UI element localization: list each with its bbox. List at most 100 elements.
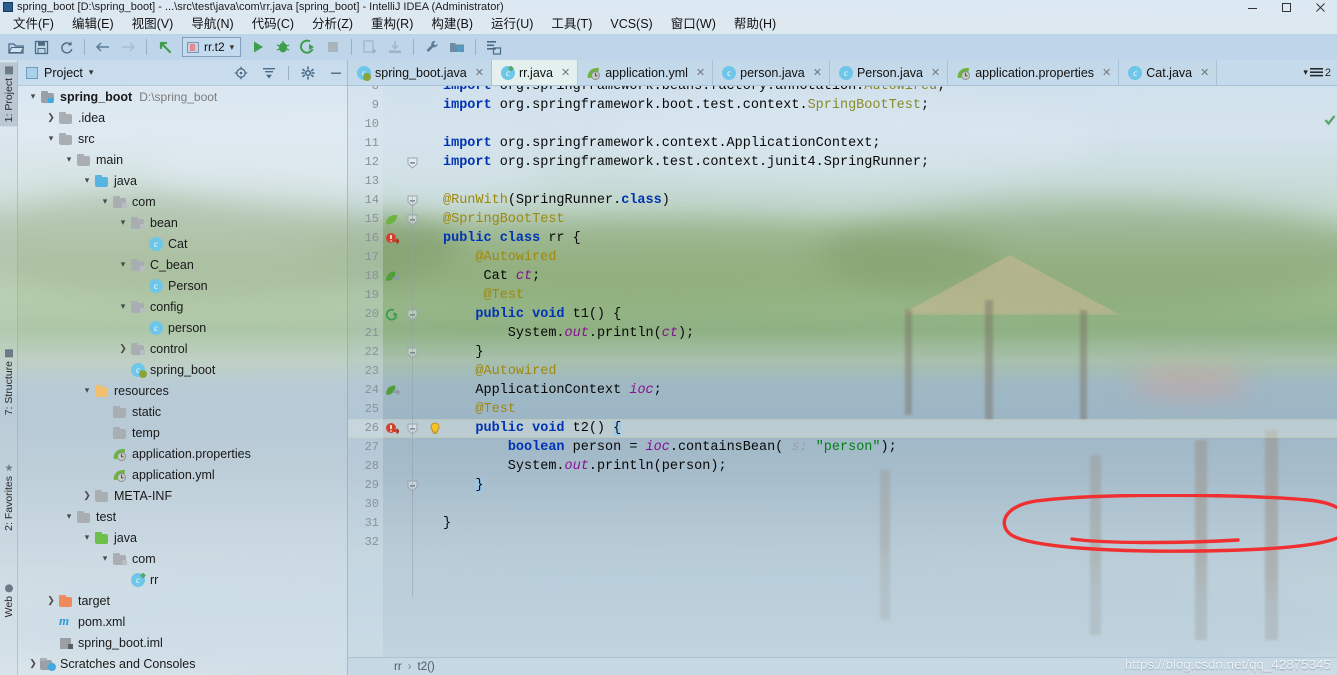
save-all-icon[interactable] <box>29 36 53 58</box>
menu-item-tools[interactable]: 工具(T) <box>542 14 601 34</box>
chevron-right-icon[interactable]: ❯ <box>44 112 58 123</box>
search-everywhere-icon[interactable] <box>482 36 506 58</box>
menu-item-vcs[interactable]: VCS(S) <box>601 14 661 34</box>
tree-node-config[interactable]: ▾ config <box>18 296 347 317</box>
tool-tab-favorites[interactable]: 2: Favorites <box>0 460 18 535</box>
bean-nav-icon[interactable] <box>385 381 400 400</box>
tree-node-target[interactable]: ❯ target <box>18 590 347 611</box>
close-icon[interactable]: ✕ <box>475 66 484 79</box>
run-test-method-icon[interactable] <box>385 305 399 324</box>
code-text[interactable]: import org.springframework.beans.factory… <box>443 86 1323 657</box>
menu-item-edit[interactable]: 编辑(E) <box>63 14 123 34</box>
window-controls[interactable] <box>1235 0 1337 14</box>
code-line[interactable]: @Autowired <box>443 248 556 267</box>
tool-tab-project[interactable]: 1: Project <box>0 62 18 127</box>
code-line[interactable]: @Autowired <box>443 362 556 381</box>
tree-node-com[interactable]: ▾ com <box>18 548 347 569</box>
tree-node-spring_boot[interactable]: ▾ spring_boot D:\spring_boot <box>18 86 347 107</box>
tree-node-cat[interactable]: c Cat <box>18 233 347 254</box>
sync-icon[interactable] <box>54 36 78 58</box>
tree-node-person[interactable]: c Person <box>18 275 347 296</box>
minimize-button[interactable] <box>1235 0 1269 14</box>
intention-bulb-icon[interactable] <box>429 419 441 438</box>
code-line[interactable]: public void t1() { <box>443 305 621 324</box>
chevron-down-icon[interactable]: ▾ <box>116 217 130 228</box>
chevron-down-icon[interactable]: ▾ <box>80 175 94 186</box>
chevron-down-icon[interactable]: ▾ <box>98 196 112 207</box>
chevron-down-icon[interactable]: ▾ <box>26 91 40 102</box>
left-tool-window-strip[interactable]: 1: Project 7: Structure 2: Favorites Web <box>0 60 18 675</box>
chevron-down-icon[interactable]: ▾ <box>62 511 76 522</box>
main-toolbar[interactable]: rr.t2 ▾ <box>0 34 1337 60</box>
code-line[interactable]: boolean person = ioc.containsBean( s: "p… <box>443 438 897 457</box>
spring-bean-icon[interactable] <box>385 210 398 229</box>
editor-tab-application-properties[interactable]: application.properties ✕ <box>948 60 1120 85</box>
close-icon[interactable]: ✕ <box>813 66 822 79</box>
code-line[interactable]: System.out.println(ct); <box>443 324 694 343</box>
menu-item-build[interactable]: 构建(B) <box>422 14 482 34</box>
editor-tab-bar[interactable]: c spring_boot.java ✕ c rr.java ✕ application.y… <box>348 60 1337 86</box>
settings-wrench-icon[interactable] <box>420 36 444 58</box>
chevron-down-icon[interactable]: ▾ <box>116 301 130 312</box>
back-arrow-icon[interactable] <box>91 36 115 58</box>
menu-item-refactor[interactable]: 重构(R) <box>362 14 422 34</box>
code-line[interactable]: import org.springframework.beans.factory… <box>443 86 945 96</box>
editor-tab-application-yml[interactable]: application.yml ✕ <box>578 60 714 85</box>
menu-item-run[interactable]: 运行(U) <box>482 14 542 34</box>
chevron-down-icon[interactable]: ▾ <box>62 154 76 165</box>
breadcrumb-class[interactable]: rr <box>394 661 402 673</box>
code-line[interactable]: @Test <box>443 286 525 305</box>
tool-tab-structure[interactable]: 7: Structure <box>0 345 18 419</box>
chevron-right-icon[interactable]: ❯ <box>80 490 94 501</box>
close-icon[interactable]: ✕ <box>561 66 570 79</box>
tree-node-.idea[interactable]: ❯ .idea <box>18 107 347 128</box>
tool-tab-web[interactable]: Web <box>0 580 18 621</box>
code-line[interactable]: } <box>443 343 483 362</box>
code-line[interactable]: import org.springframework.context.Appli… <box>443 134 880 153</box>
chevron-right-icon[interactable]: ❯ <box>44 595 58 606</box>
code-line[interactable]: @RunWith(SpringRunner.class) <box>443 191 670 210</box>
tree-node-c_bean[interactable]: ▾ C_bean <box>18 254 347 275</box>
open-folder-icon[interactable] <box>4 36 28 58</box>
tree-node-com[interactable]: ▾ com <box>18 191 347 212</box>
menu-item-view[interactable]: 视图(V) <box>123 14 183 34</box>
tree-node-pom.xml[interactable]: m pom.xml <box>18 611 347 632</box>
tree-node-src[interactable]: ▾ src <box>18 128 347 149</box>
editor-tab-rr-java[interactable]: c rr.java ✕ <box>491 60 579 85</box>
chevron-down-icon[interactable]: ▾ <box>80 385 94 396</box>
run-test-class-icon[interactable] <box>385 229 399 248</box>
tree-node-main[interactable]: ▾ main <box>18 149 347 170</box>
close-icon[interactable]: ✕ <box>931 66 940 79</box>
close-icon[interactable]: ✕ <box>1102 66 1111 79</box>
stop-icon[interactable] <box>321 36 345 58</box>
code-line[interactable]: @SpringBootTest <box>443 210 565 229</box>
code-line[interactable]: Cat ct; <box>443 267 541 286</box>
editor-tab-person-java[interactable]: c person.java ✕ <box>713 60 830 85</box>
update-app-icon[interactable] <box>358 36 382 58</box>
hide-icon[interactable] <box>325 62 347 84</box>
editor-tab-person-java[interactable]: c Person.java ✕ <box>830 60 949 85</box>
close-icon[interactable]: ✕ <box>1200 66 1209 79</box>
editor-tab-cat-java[interactable]: c Cat.java ✕ <box>1119 60 1218 85</box>
editor-tab-spring-boot-java[interactable]: c spring_boot.java ✕ <box>348 60 492 85</box>
chevron-right-icon[interactable]: ❯ <box>26 658 40 669</box>
gutter-icon-column[interactable] <box>383 86 443 657</box>
tree-node-temp[interactable]: temp <box>18 422 347 443</box>
code-line[interactable]: public void t2() { <box>443 419 622 438</box>
collapse-all-icon[interactable] <box>258 62 280 84</box>
close-icon[interactable]: ✕ <box>696 66 705 79</box>
maximize-button[interactable] <box>1269 0 1303 14</box>
code-fold-marker[interactable] <box>407 153 418 172</box>
tree-node-application.properties[interactable]: application.properties <box>18 443 347 464</box>
undo-arrow-icon[interactable] <box>153 36 177 58</box>
chevron-down-icon[interactable]: ▾ <box>230 42 235 53</box>
forward-arrow-icon[interactable] <box>116 36 140 58</box>
chevron-down-icon[interactable]: ▾ <box>116 259 130 270</box>
bean-nav-icon[interactable] <box>385 267 400 286</box>
editor-scrollbar[interactable] <box>1323 112 1337 639</box>
run-test-method-red-icon[interactable] <box>385 419 399 438</box>
gear-icon[interactable] <box>297 62 319 84</box>
code-line[interactable]: @Test <box>443 400 516 419</box>
tree-node-java[interactable]: ▾ java <box>18 170 347 191</box>
code-editor[interactable]: 8 9 10 11 12 13 14 15 16 17 18 19 20 21 22 23 24 25 26 27 28… <box>348 86 1337 657</box>
